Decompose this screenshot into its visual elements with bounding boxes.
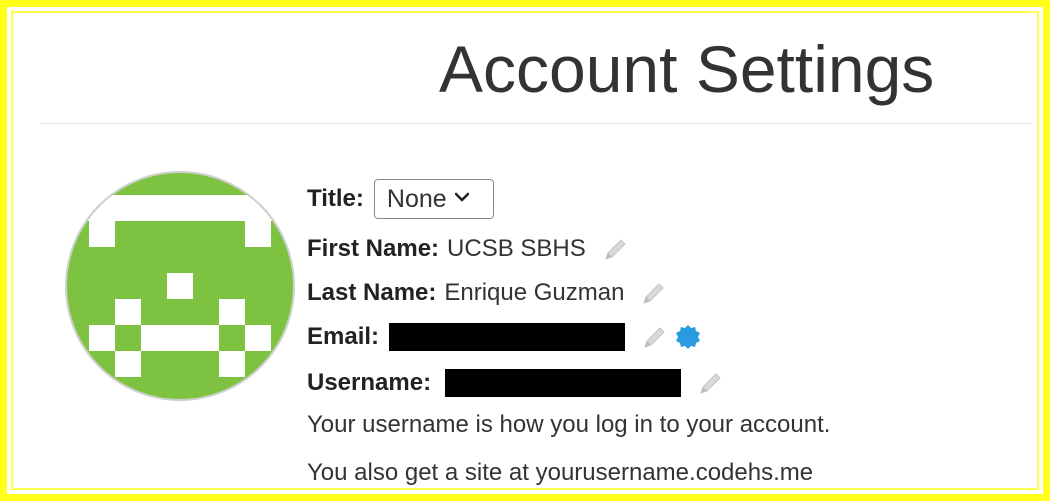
title-select-value: None xyxy=(386,184,447,213)
header-divider xyxy=(41,123,1031,124)
pencil-icon[interactable] xyxy=(641,323,669,351)
pencil-icon[interactable] xyxy=(602,235,630,263)
pencil-icon[interactable] xyxy=(697,369,725,397)
page-title: Account Settings xyxy=(439,32,935,106)
title-row: Title: None xyxy=(307,179,494,219)
username-label: Username: xyxy=(307,369,432,396)
first-name-label: First Name: xyxy=(307,235,440,262)
username-redaction xyxy=(445,369,682,397)
screenshot-frame: Account Settings Title: None First Name:… xyxy=(0,0,1050,501)
username-help-text: Your username is how you log in to your … xyxy=(307,411,831,438)
last-name-label: Last Name: xyxy=(307,279,437,306)
title-label: Title: xyxy=(307,185,364,212)
email-label: Email: xyxy=(307,323,380,350)
email-row: Email: xyxy=(307,317,701,357)
site-help-text: You also get a site at yourusername.code… xyxy=(307,459,814,486)
avatar xyxy=(65,171,295,401)
username-row: Username: xyxy=(307,363,725,403)
first-name-row: First Name: UCSB SBHS xyxy=(307,229,630,269)
avatar-pixel-art xyxy=(67,173,293,399)
title-select[interactable]: None xyxy=(373,179,494,219)
chevron-down-icon xyxy=(454,189,469,207)
pencil-icon[interactable] xyxy=(640,279,668,307)
first-name-value: UCSB SBHS xyxy=(447,235,586,262)
email-redaction xyxy=(389,323,626,351)
last-name-row: Last Name: Enrique Guzman xyxy=(307,273,668,313)
last-name-value: Enrique Guzman xyxy=(444,279,625,306)
verified-badge-icon xyxy=(675,324,701,350)
